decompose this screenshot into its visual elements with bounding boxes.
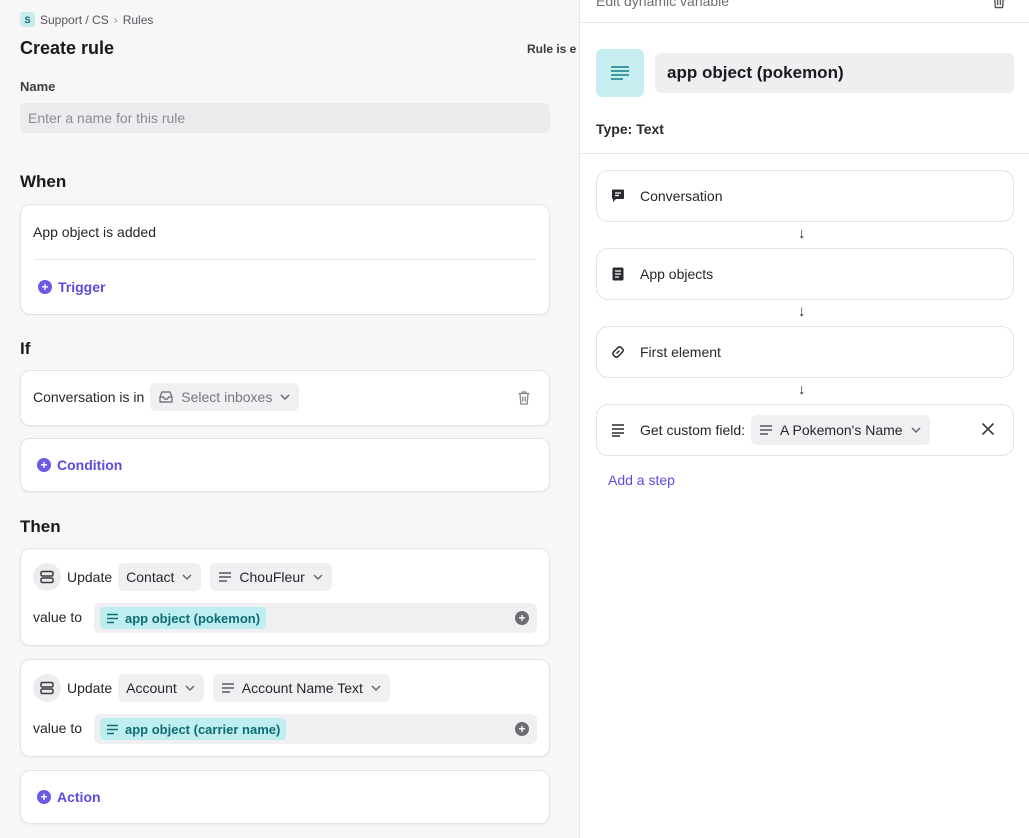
arrow-down-icon: ↓ <box>798 303 806 320</box>
dynamic-variable-panel: Edit dynamic variable app object (pokemo… <box>579 0 1029 838</box>
field-select[interactable]: ChouFleur <box>210 563 332 591</box>
panel-title: Edit dynamic variable <box>596 0 730 9</box>
chevron-down-icon <box>371 685 381 692</box>
field-select-label: Account Name Text <box>241 680 363 696</box>
step-first-element[interactable]: First element <box>596 326 1014 378</box>
when-heading: When <box>20 172 67 191</box>
link-icon <box>612 346 624 358</box>
workspace-badge: S <box>20 12 35 27</box>
value-to-label: value to <box>33 720 83 736</box>
action-verb: Update <box>67 569 113 585</box>
text-lines-icon <box>612 424 624 437</box>
variable-chip-label: app object (pokemon) <box>125 610 261 626</box>
document-icon <box>612 267 624 281</box>
add-action-card: + Action <box>20 770 550 824</box>
text-lines-icon <box>219 572 232 582</box>
trash-icon[interactable] <box>517 390 531 406</box>
field-select[interactable]: Account Name Text <box>212 674 390 702</box>
condition-text: Conversation is in <box>33 389 145 405</box>
database-icon <box>33 563 61 591</box>
step-get-custom-field[interactable]: Get custom field: A Pokemon's Name <box>596 404 1014 456</box>
step-app-objects[interactable]: App objects <box>596 248 1014 300</box>
chevron-down-icon <box>313 574 323 581</box>
field-select-label: ChouFleur <box>239 569 305 585</box>
name-label: Name <box>20 79 56 94</box>
variable-chip-label: app object (carrier name) <box>125 721 281 737</box>
arrow-down-icon: ↓ <box>798 225 806 242</box>
trash-icon[interactable] <box>991 0 1007 9</box>
step-conversation[interactable]: Conversation <box>596 170 1014 222</box>
step-label: Get custom field: <box>640 422 746 438</box>
text-lines-icon <box>107 613 118 623</box>
object-select-label: Contact <box>126 569 175 585</box>
chevron-down-icon <box>182 574 192 581</box>
inbox-select[interactable]: Select inboxes <box>150 383 300 411</box>
step-label: First element <box>640 344 721 360</box>
variable-name-field[interactable]: app object (pokemon) <box>655 53 1014 93</box>
database-icon <box>33 674 61 702</box>
object-select[interactable]: Contact <box>118 563 202 591</box>
value-field[interactable]: app object (carrier name) + <box>94 714 537 744</box>
add-action-label: Action <box>57 789 101 805</box>
plus-icon: + <box>38 280 52 294</box>
page-title: Create rule <box>20 38 115 58</box>
chat-bubble-icon <box>612 189 624 202</box>
action-verb: Update <box>67 680 113 696</box>
inbox-icon <box>159 391 173 403</box>
breadcrumb-separator: › <box>113 12 118 27</box>
action-card: Update Contact ChouFleur value to app ob… <box>20 548 550 646</box>
text-lines-icon <box>760 425 773 435</box>
trigger-divider <box>34 259 536 260</box>
breadcrumb-workspace[interactable]: Support / CS <box>40 13 109 27</box>
arrow-down-icon: ↓ <box>798 381 806 398</box>
trigger-card: App object is added + Trigger <box>20 204 550 315</box>
add-condition-label: Condition <box>57 457 123 473</box>
plus-icon: + <box>37 458 51 472</box>
step-label: App objects <box>640 266 714 282</box>
variable-chip[interactable]: app object (carrier name) <box>100 718 287 740</box>
text-lines-icon <box>221 683 234 693</box>
variable-chip[interactable]: app object (pokemon) <box>100 607 267 629</box>
rule-status-label: Rule is e <box>527 42 577 56</box>
step-label: Conversation <box>640 188 723 204</box>
add-condition-card: + Condition <box>20 438 550 492</box>
rule-editor: S Support / CS › Rules Create rule Rule … <box>0 0 579 838</box>
text-lines-icon <box>107 724 118 734</box>
add-condition-button[interactable]: + Condition <box>37 457 122 473</box>
condition-card: Conversation is in Select inboxes <box>20 370 550 426</box>
plus-icon: + <box>37 790 51 804</box>
inbox-select-label: Select inboxes <box>181 389 273 405</box>
action-card: Update Account Account Name Text value t… <box>20 659 550 757</box>
trigger-text[interactable]: App object is added <box>33 224 156 240</box>
add-trigger-label: Trigger <box>58 279 106 295</box>
if-heading: If <box>20 339 31 358</box>
chevron-down-icon <box>911 427 921 434</box>
add-variable-icon[interactable]: + <box>515 611 529 625</box>
type-divider <box>580 153 1029 154</box>
object-select[interactable]: Account <box>118 674 204 702</box>
value-field[interactable]: app object (pokemon) + <box>94 603 537 633</box>
variable-type-label: Type: Text <box>596 121 664 137</box>
add-step-button[interactable]: Add a step <box>608 472 675 488</box>
then-heading: Then <box>20 517 61 536</box>
breadcrumb: S Support / CS › Rules <box>20 12 153 27</box>
add-variable-icon[interactable]: + <box>515 722 529 736</box>
text-lines-icon <box>596 49 644 97</box>
rule-name-input[interactable] <box>20 103 550 133</box>
add-trigger-button[interactable]: + Trigger <box>38 279 105 295</box>
close-icon[interactable] <box>981 422 995 436</box>
breadcrumb-page[interactable]: Rules <box>123 13 154 27</box>
chevron-down-icon <box>185 685 195 692</box>
header-divider <box>580 22 1029 23</box>
custom-field-select[interactable]: A Pokemon's Name <box>751 415 930 445</box>
custom-field-select-label: A Pokemon's Name <box>780 422 903 438</box>
value-to-label: value to <box>33 609 83 625</box>
chevron-down-icon <box>280 394 290 401</box>
object-select-label: Account <box>126 680 177 696</box>
add-action-button[interactable]: + Action <box>37 789 101 805</box>
